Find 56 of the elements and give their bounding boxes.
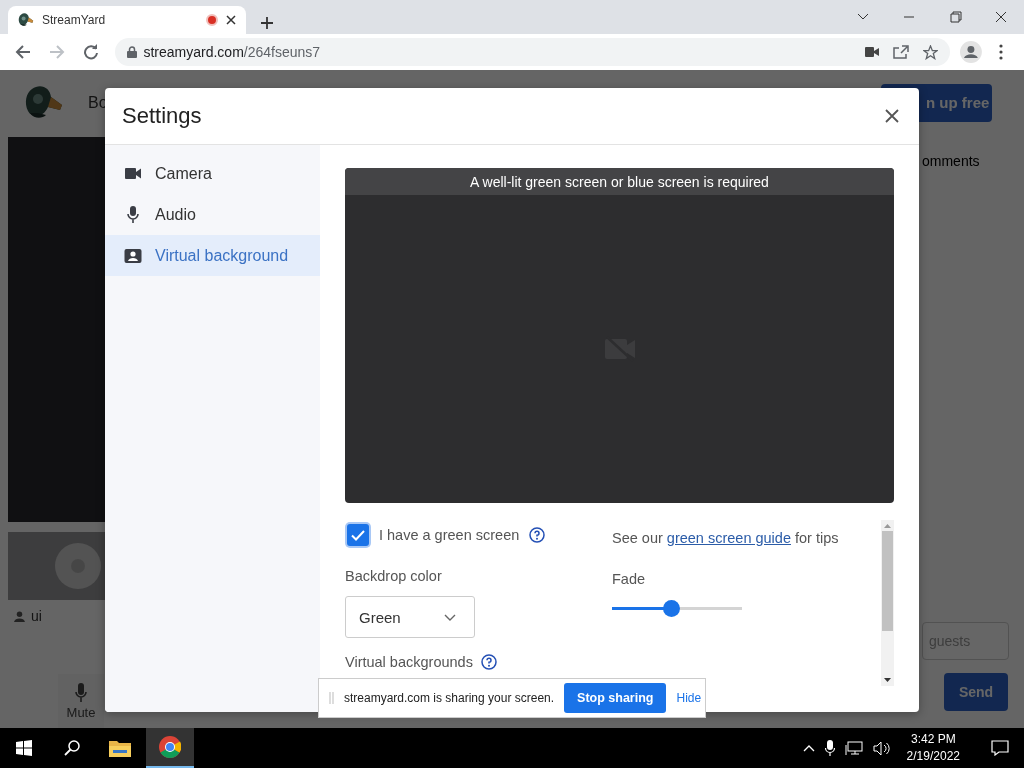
participant-tile[interactable]	[8, 532, 105, 600]
checkbox[interactable]	[347, 524, 369, 546]
chevron-down-icon	[444, 613, 456, 621]
notifications-icon[interactable]	[991, 740, 1009, 756]
menu-icon[interactable]	[999, 44, 1004, 60]
reload-icon[interactable]	[82, 44, 99, 60]
microphone-icon	[75, 682, 87, 703]
comments-tab[interactable]: omments	[922, 153, 980, 169]
share-icon[interactable]	[893, 45, 910, 59]
search-icon[interactable]	[64, 740, 80, 756]
folder-icon[interactable]	[109, 739, 131, 757]
profile-icon[interactable]	[960, 41, 983, 63]
help-icon[interactable]	[480, 654, 497, 670]
close-icon[interactable]	[226, 15, 236, 25]
check-icon	[351, 529, 365, 541]
chrome-icon[interactable]	[159, 736, 181, 758]
hide-link[interactable]: Hide	[676, 691, 702, 705]
help-icon[interactable]	[529, 527, 546, 543]
section-label: Virtual backgrounds	[345, 654, 473, 670]
duck-icon	[18, 12, 34, 28]
browser-tab[interactable]: StreamYard	[8, 6, 246, 34]
settings-nav-item[interactable]: Camera	[105, 153, 320, 194]
sharing-message: streamyard.com is sharing your screen.	[344, 691, 555, 705]
settings-nav-item[interactable]: Virtual background	[105, 235, 320, 276]
star-icon[interactable]	[923, 44, 939, 60]
field-label: Backdrop color	[345, 567, 443, 585]
settings-nav-item[interactable]: Audio	[105, 194, 320, 235]
video-camera-icon[interactable]	[865, 47, 880, 57]
guide-link[interactable]: green screen guide	[666, 530, 791, 546]
chevron-up-icon[interactable]	[802, 744, 815, 752]
close-icon[interactable]	[885, 109, 899, 123]
avatar-icon	[55, 543, 101, 589]
preview-banner: A well-lit green screen or blue screen is required	[345, 168, 894, 195]
address-bar[interactable]: streamyard.com/264fseuns7	[115, 38, 951, 66]
network-icon[interactable]	[844, 740, 863, 756]
guide-text: See our green screen guide for tips	[612, 529, 839, 548]
scroll-down-arrow-icon[interactable]	[884, 678, 891, 682]
backdrop-color-dropdown[interactable]: Green	[345, 596, 475, 638]
lock-icon	[127, 46, 138, 58]
contact-card-icon	[123, 248, 143, 263]
clock[interactable]: 3:42 PM 2/19/2022	[900, 731, 966, 765]
windows-start-icon[interactable]	[16, 740, 32, 756]
video-camera-icon	[123, 168, 143, 179]
person-icon	[14, 610, 25, 622]
fade-slider[interactable]	[612, 600, 742, 617]
dialog-title: Settings	[122, 103, 202, 129]
checkbox-label: I have a green screen	[379, 527, 520, 543]
field-label: Fade	[612, 570, 647, 588]
participant-name: ui	[31, 608, 42, 624]
back-icon[interactable]	[14, 44, 31, 60]
microphone-icon[interactable]	[824, 740, 835, 756]
speaker-icon[interactable]	[872, 740, 891, 756]
stop-sharing-button[interactable]: Stop sharing	[564, 683, 667, 713]
drag-handle-icon[interactable]	[329, 692, 334, 704]
new-tab-icon[interactable]	[260, 16, 274, 30]
scrollbar[interactable]	[881, 520, 894, 686]
